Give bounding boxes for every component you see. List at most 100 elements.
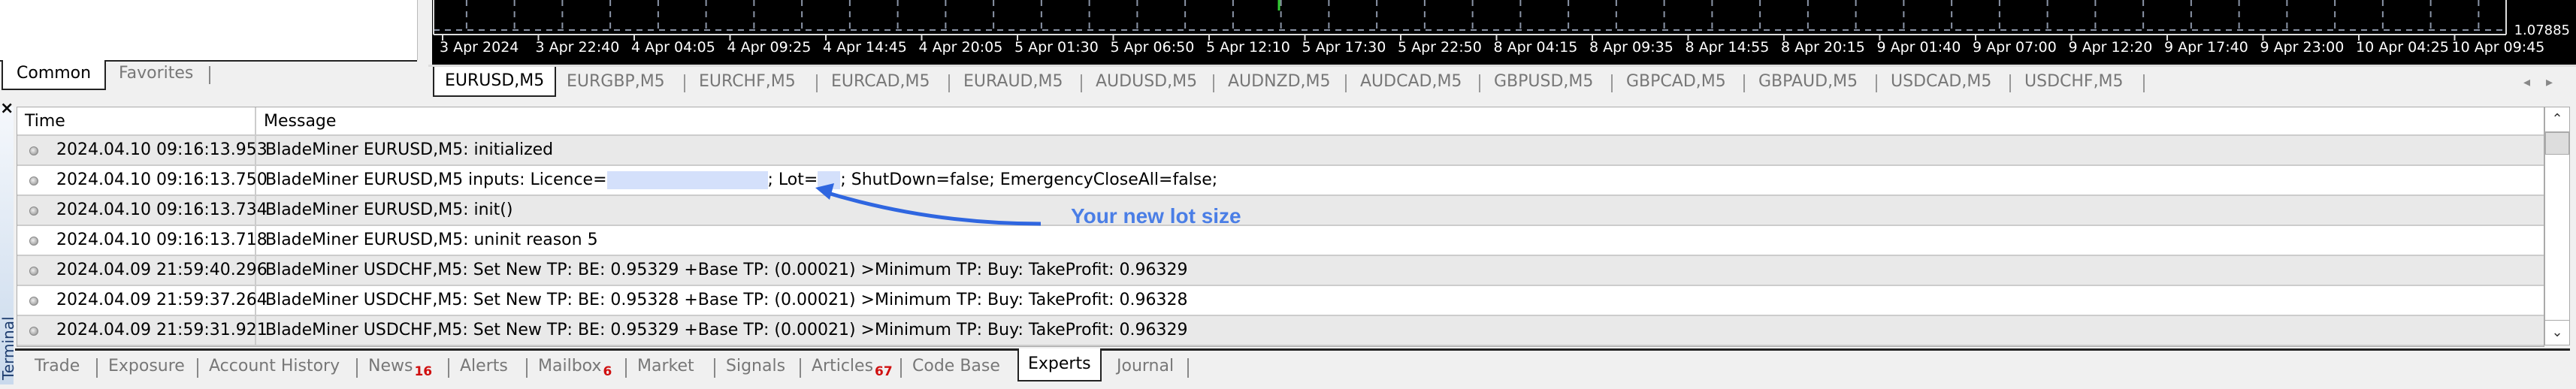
tab-separator xyxy=(1876,74,1877,92)
tab-favorites[interactable]: Favorites xyxy=(105,60,207,89)
row-time-text: 2024.04.09 21:59:31.921 xyxy=(56,321,268,339)
message-text: ; Lot= xyxy=(767,170,818,189)
tab-label: Signals xyxy=(726,357,786,375)
symbol-tab-usdchf-m5[interactable]: USDCHF,M5 xyxy=(2014,70,2134,94)
tab-separator xyxy=(900,358,902,378)
time-axis-label: 5 Apr 12:10 xyxy=(1206,39,1290,56)
tab-label: Journal xyxy=(1117,357,1175,375)
tab-separator xyxy=(1479,74,1480,92)
terminal-tab-alerts[interactable]: Alerts xyxy=(460,355,508,378)
scroll-up-icon[interactable]: ⌃ xyxy=(2545,107,2569,132)
time-axis-label: 8 Apr 20:15 xyxy=(1781,39,1865,56)
tab-separator xyxy=(1611,74,1613,92)
terminal-tab-articles[interactable]: Articles 67 xyxy=(812,355,893,379)
symbol-tab-gbpusd-m5[interactable]: GBPUSD,M5 xyxy=(1483,70,1604,94)
tab-separator xyxy=(197,358,198,378)
tab-separator xyxy=(714,358,715,378)
redacted-lot xyxy=(818,171,841,189)
message-text: BladeMiner EURUSD,M5 inputs: Licence= xyxy=(265,170,607,189)
row-time-text: 2024.04.10 09:16:13.750 xyxy=(56,170,268,189)
terminal-tab-account-history[interactable]: Account History xyxy=(209,355,340,378)
symbol-tab-gbpcad-m5[interactable]: GBPCAD,M5 xyxy=(1616,70,1737,94)
tabs-scroll-right-icon[interactable]: ▸ xyxy=(2546,74,2553,90)
symbol-tab-usdcad-m5[interactable]: USDCAD,M5 xyxy=(1880,70,2002,94)
tab-label: Articles xyxy=(812,357,874,375)
tab-separator xyxy=(1187,358,1189,378)
unread-count-badge: 16 xyxy=(414,364,433,379)
table-row[interactable]: 2024.04.09 21:59:37.264 BladeMiner USDCHF… xyxy=(17,286,2544,316)
tab-label: Code Base xyxy=(912,357,1000,375)
table-row[interactable]: 2024.04.10 09:16:13.953 BladeMiner EURUSD… xyxy=(17,136,2544,166)
terminal-tab-journal[interactable]: Journal xyxy=(1117,355,1174,378)
time-axis-label: 8 Apr 14:55 xyxy=(1685,39,1770,56)
symbol-tab-audnzd-m5[interactable]: AUDNZD,M5 xyxy=(1217,70,1341,94)
terminal-tab-exposure[interactable]: Exposure xyxy=(108,355,185,378)
log-level-icon xyxy=(29,176,38,185)
table-row[interactable]: 2024.04.10 09:16:13.718 BladeMiner EURUSD… xyxy=(17,226,2544,256)
symbol-tab-eurchf-m5[interactable]: EURCHF,M5 xyxy=(688,70,806,94)
navigator-tabs: Common Favorites xyxy=(0,60,417,92)
tab-label: Trade xyxy=(35,357,80,375)
tab-separator xyxy=(526,358,528,378)
tab-common[interactable]: Common xyxy=(2,60,107,90)
symbol-tab-gbpaud-m5[interactable]: GBPAUD,M5 xyxy=(1748,70,1868,94)
table-row-empty xyxy=(17,346,2544,347)
tab-label: News xyxy=(368,357,413,375)
log-level-icon xyxy=(29,267,38,276)
row-message: BladeMiner USDCHF,M5: Set New TP: BE: 0.… xyxy=(265,261,1188,279)
scroll-down-icon[interactable]: ⌄ xyxy=(2545,320,2569,345)
symbol-tab-audusd-m5[interactable]: AUDUSD,M5 xyxy=(1085,70,1208,94)
tab-separator xyxy=(1743,74,1745,92)
scroll-thumb[interactable] xyxy=(2545,132,2569,155)
tab-label: Exposure xyxy=(108,357,185,375)
annotation-label: Your new lot size xyxy=(1071,204,1241,228)
column-header-time[interactable]: Time xyxy=(17,107,256,134)
row-time: 2024.04.09 21:59:40.296 xyxy=(17,256,268,285)
price-chart[interactable]: 3 Apr 2024 3 Apr 22:40 4 Apr 04:05 4 Apr 09… xyxy=(432,0,2576,65)
terminal-tab-code-base[interactable]: Code Base xyxy=(912,355,1000,378)
tabs-scroll-left-icon[interactable]: ◂ xyxy=(2523,74,2530,90)
terminal-tab-news[interactable]: News 16 xyxy=(368,355,433,379)
table-row[interactable]: 2024.04.10 09:16:13.734 BladeMiner EURUSD… xyxy=(17,196,2544,226)
message-text: ; ShutDown=false; EmergencyCloseAll=fals… xyxy=(840,170,1218,189)
time-axis-label: 4 Apr 04:05 xyxy=(631,39,715,56)
time-axis-label: 10 Apr 09:45 xyxy=(2451,39,2545,56)
row-time: 2024.04.10 09:16:13.734 xyxy=(17,196,268,225)
time-axis-label: 3 Apr 22:40 xyxy=(535,39,620,56)
row-time-text: 2024.04.10 09:16:13.734 xyxy=(56,201,268,219)
symbol-tab-eurusd-m5[interactable]: EURUSD,M5 xyxy=(433,67,557,97)
log-level-icon xyxy=(29,146,38,155)
log-level-icon xyxy=(29,207,38,216)
time-axis-label: 9 Apr 07:00 xyxy=(1973,39,2057,56)
terminal-tab-signals[interactable]: Signals xyxy=(726,355,785,378)
close-icon[interactable]: × xyxy=(0,101,14,117)
row-message: BladeMiner EURUSD,M5: initialized xyxy=(265,140,554,159)
table-row[interactable]: 2024.04.09 21:59:31.921 BladeMiner USDCHF… xyxy=(17,316,2544,346)
row-time-text: 2024.04.10 09:16:13.718 xyxy=(56,231,268,249)
vertical-scrollbar[interactable]: ⌃ ⌄ xyxy=(2544,107,2570,345)
symbol-tab-eurcad-m5[interactable]: EURCAD,M5 xyxy=(821,70,941,94)
terminal-tab-market[interactable]: Market xyxy=(637,355,694,378)
tab-label: Market xyxy=(637,357,694,375)
unread-count-badge: 6 xyxy=(603,364,612,379)
row-message: BladeMiner USDCHF,M5: Set New TP: BE: 0.… xyxy=(265,321,1188,339)
time-axis-label: 5 Apr 01:30 xyxy=(1014,39,1099,56)
table-row[interactable]: 2024.04.10 09:16:13.750 BladeMiner EURUSD… xyxy=(17,166,2544,196)
navigator-panel: Common Favorites xyxy=(0,0,425,98)
column-header-message[interactable]: Message xyxy=(256,107,2544,134)
redacted-licence xyxy=(606,171,768,189)
symbol-tab-euraud-m5[interactable]: EURAUD,M5 xyxy=(953,70,1073,94)
row-message: BladeMiner EURUSD,M5: uninit reason 5 xyxy=(265,231,598,249)
time-axis-label: 8 Apr 04:15 xyxy=(1493,39,1578,56)
terminal-tab-trade[interactable]: Trade xyxy=(35,355,80,378)
tab-separator xyxy=(356,358,358,378)
terminal-tab-mailbox[interactable]: Mailbox 6 xyxy=(538,355,612,379)
symbol-tab-audcad-m5[interactable]: AUDCAD,M5 xyxy=(1350,70,1472,94)
time-axis-label: 9 Apr 12:20 xyxy=(2068,39,2153,56)
terminal-tab-experts[interactable]: Experts xyxy=(1017,348,1102,381)
symbol-tab-eurgbp-m5[interactable]: EURGBP,M5 xyxy=(556,70,676,94)
table-row[interactable]: 2024.04.09 21:59:40.296 BladeMiner USDCHF… xyxy=(17,256,2544,286)
row-time: 2024.04.10 09:16:13.750 xyxy=(17,166,268,194)
tab-separator xyxy=(816,74,818,92)
row-time: 2024.04.10 09:16:13.953 xyxy=(17,136,268,164)
